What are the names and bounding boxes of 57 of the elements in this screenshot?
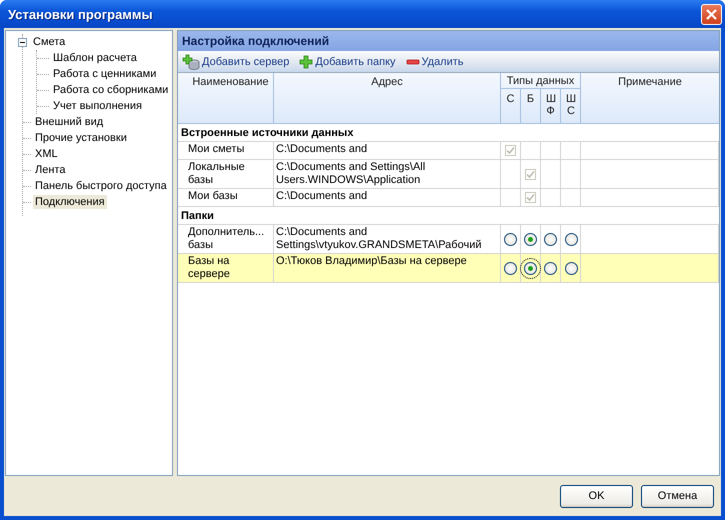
table-row[interactable]: Локальные базы C:\Documents and Settings\All Users.WINDOWS\Application bbox=[178, 160, 719, 189]
table-row[interactable]: Базы на сервере O:\Тюков Владимир\Базы на сервере bbox=[178, 254, 719, 283]
checkbox[interactable] bbox=[525, 168, 536, 180]
table-cell-text: C:\Documents and Settings\vtyukov.GRANDSMETA\Рабочий bbox=[276, 226, 482, 252]
column-header[interactable]: Ш Ф bbox=[541, 89, 561, 123]
tree-item[interactable]: Панель быстрого доступа bbox=[33, 179, 169, 193]
tree-item[interactable]: Внешний вид bbox=[33, 115, 106, 129]
tree-item[interactable]: Смета bbox=[31, 35, 68, 49]
window-title: Установки программы bbox=[7, 6, 153, 22]
toolbar-button[interactable]: Добавить папку bbox=[297, 54, 398, 68]
tree-item[interactable]: Шаблон расчета bbox=[51, 51, 139, 65]
radio-button[interactable] bbox=[544, 262, 557, 274]
table-cell-text: Базы на сервере bbox=[188, 255, 231, 281]
table-cell: C:\Documents and bbox=[276, 143, 368, 156]
plus-icon bbox=[299, 54, 314, 68]
radio-button[interactable] bbox=[564, 232, 578, 246]
collapse-icon[interactable] bbox=[18, 38, 27, 46]
radio-button[interactable] bbox=[524, 232, 537, 246]
group-title: Папки bbox=[181, 210, 214, 222]
column-header[interactable]: Примечание bbox=[581, 73, 719, 123]
dialog-button[interactable]: Отмена bbox=[641, 484, 714, 508]
tree-item[interactable]: Лента bbox=[33, 163, 68, 177]
table-cell-text: C:\Documents and Settings\All Users.WINDOWS\Application bbox=[276, 161, 426, 187]
group-title: Встроенные источники данных bbox=[181, 126, 354, 138]
tree-item[interactable]: Работа с ценниками bbox=[51, 67, 158, 81]
tree-item[interactable]: Учет выполнения bbox=[51, 99, 144, 113]
table-cell-text: Локальные базы bbox=[188, 161, 246, 187]
table-cell: Мои базы bbox=[188, 190, 238, 203]
radio-button[interactable] bbox=[564, 262, 578, 274]
table-cell: Мои сметы bbox=[188, 143, 244, 156]
table-cell: C:\Documents and bbox=[276, 190, 368, 203]
checkbox[interactable] bbox=[505, 145, 516, 156]
column-header[interactable]: Наименование bbox=[178, 73, 274, 123]
table-cell-text: Дополнитель... базы bbox=[188, 226, 266, 252]
close-icon bbox=[705, 8, 718, 20]
tree-item[interactable]: XML bbox=[33, 147, 60, 161]
column-header[interactable]: Адрес bbox=[274, 73, 501, 123]
column-header[interactable]: С bbox=[501, 89, 521, 123]
toolbar-button[interactable]: Добавить сервер bbox=[180, 54, 292, 70]
panel-title: Настройка подключений bbox=[182, 34, 330, 48]
toolbar-button[interactable]: Удалить bbox=[404, 54, 466, 68]
radio-button[interactable] bbox=[504, 262, 517, 274]
checkbox[interactable] bbox=[525, 192, 536, 203]
tree-item[interactable]: Работа со сборниками bbox=[51, 83, 170, 97]
column-header[interactable]: Ш С bbox=[561, 89, 581, 123]
close-button[interactable] bbox=[701, 4, 722, 24]
tree-item[interactable]: Прочие установки bbox=[33, 131, 129, 145]
column-header[interactable]: Типы данных bbox=[501, 73, 580, 89]
tree-item[interactable]: Подключения bbox=[33, 195, 107, 209]
table-cell: O:\Тюков Владимир\Базы на сервере bbox=[276, 255, 467, 268]
table-row[interactable]: Мои базы C:\Documents and bbox=[178, 189, 719, 207]
radio-button[interactable] bbox=[504, 232, 517, 246]
table-row[interactable]: Мои сметы C:\Documents and bbox=[178, 142, 719, 160]
add-database-icon bbox=[182, 54, 200, 70]
column-header[interactable]: Б bbox=[521, 89, 541, 123]
radio-button[interactable] bbox=[544, 232, 557, 246]
dialog-button[interactable]: OK bbox=[560, 484, 633, 508]
